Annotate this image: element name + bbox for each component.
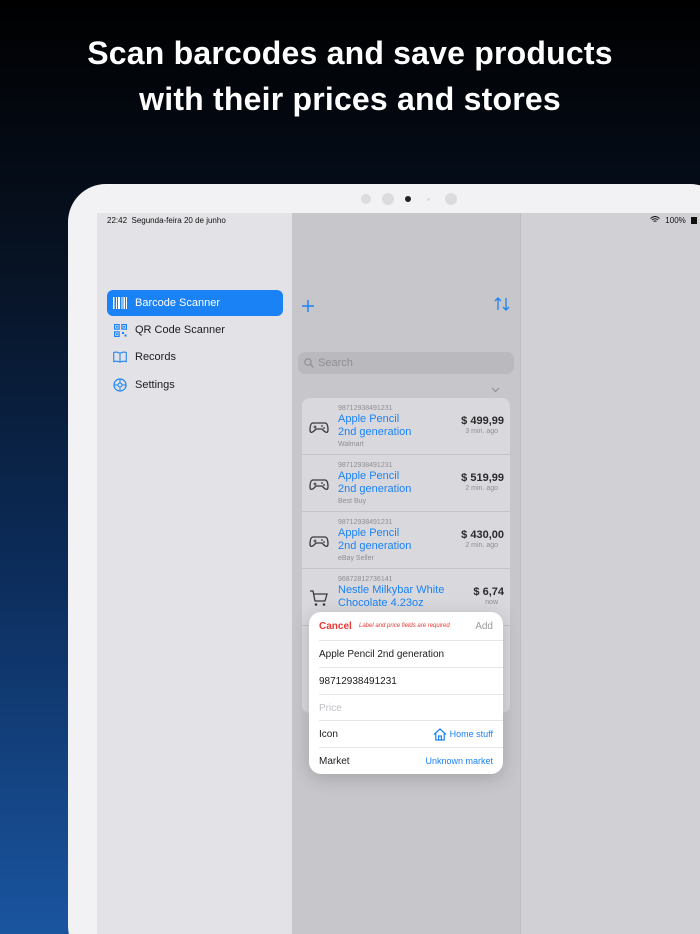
record-row[interactable]: 98712938491231 Apple Pencil 2nd generati… — [302, 398, 510, 455]
record-row[interactable]: 98712938491231 Apple Pencil 2nd generati… — [302, 512, 510, 569]
gamepad-icon — [308, 473, 330, 495]
sensor-dot — [361, 194, 371, 204]
record-price: $ 519,99 — [461, 472, 504, 484]
record-name-line-2: 2nd generation — [338, 483, 412, 495]
sidebar-item-records[interactable]: Records — [107, 344, 283, 370]
market-picker-row[interactable]: Market Unknown market — [319, 747, 503, 774]
sidebar: 22:42 Segunda-feira 20 de junho Barcode … — [97, 213, 292, 934]
status-time: 22:42 — [107, 216, 128, 225]
icon-picker-value[interactable]: Home stuff — [433, 727, 493, 741]
add-record-popup: Cancel Label and price fields are requir… — [309, 612, 503, 774]
popup-header: Cancel Label and price fields are requir… — [309, 612, 503, 640]
market-picker-label: Market — [319, 755, 350, 767]
record-name: Nestle Milkybar White Chocolate 4.23oz — [338, 584, 458, 610]
record-name-line-1: Apple Pencil — [338, 527, 400, 539]
record-store: Best Buy — [338, 498, 367, 505]
house-icon — [433, 727, 447, 741]
icon-picker-value-text: Home stuff — [449, 729, 493, 739]
record-price: $ 6,74 — [473, 586, 504, 598]
record-name-line-1: Apple Pencil — [338, 470, 400, 482]
record-store: Walmart — [338, 441, 364, 448]
records-list-column: Search 98712938491231 Apple Pencil 2nd g… — [292, 213, 520, 934]
ipad-screen: 22:42 Segunda-feira 20 de junho Barcode … — [97, 213, 700, 934]
sensor-dot — [427, 198, 430, 201]
record-name: Apple Pencil 2nd generation — [338, 527, 458, 553]
record-time-ago: 2 min. ago — [465, 485, 498, 492]
sensor-dot — [445, 193, 457, 205]
record-price: $ 430,00 — [461, 529, 504, 541]
sidebar-item-label: Records — [135, 351, 176, 363]
gamepad-icon — [308, 416, 330, 438]
record-price: $ 499,99 — [461, 415, 504, 427]
record-name: Apple Pencil 2nd generation — [338, 413, 458, 439]
battery-percent: 100% — [665, 216, 686, 225]
sidebar-item-label: QR Code Scanner — [135, 324, 225, 336]
record-name-line-2: 2nd generation — [338, 540, 412, 552]
search-input[interactable]: Search — [298, 352, 514, 374]
record-name-line-1: Nestle Milkybar White — [338, 584, 445, 596]
record-name-line-2: Chocolate 4.23oz — [338, 597, 424, 609]
sidebar-item-qr-code-scanner[interactable]: QR Code Scanner — [107, 317, 283, 343]
status-time-date: 22:42 Segunda-feira 20 de junho — [107, 216, 226, 225]
battery-icon — [691, 217, 697, 224]
price-field-placeholder: Price — [319, 702, 342, 714]
add-record-button[interactable] — [302, 296, 314, 317]
barcode-field[interactable]: 98712938491231 — [319, 667, 503, 694]
cart-icon — [308, 587, 330, 609]
sidebar-item-barcode-scanner[interactable]: Barcode Scanner — [107, 290, 283, 316]
sort-button[interactable] — [494, 297, 510, 314]
record-time-ago: 2 min. ago — [465, 542, 498, 549]
label-field-value: Apple Pencil 2nd generation — [319, 648, 445, 660]
required-fields-warning: Label and price fields are required — [359, 623, 450, 629]
headline-line-1: Scan barcodes and save products — [87, 35, 613, 71]
detail-column: 100% — [520, 213, 700, 934]
record-barcode: 96872812736141 — [338, 576, 393, 583]
sidebar-item-settings[interactable]: Settings — [107, 372, 283, 398]
gear-icon — [113, 378, 127, 392]
headline-line-2: with their prices and stores — [139, 81, 561, 117]
barcode-icon — [113, 296, 127, 310]
qrcode-icon — [113, 323, 127, 337]
record-name-line-1: Apple Pencil — [338, 413, 400, 425]
record-time-ago: 3 min. ago — [465, 428, 498, 435]
label-field[interactable]: Apple Pencil 2nd generation — [319, 640, 503, 667]
price-field[interactable]: Price — [319, 694, 503, 721]
record-store: eBay Seller — [338, 555, 374, 562]
sensor-dot — [382, 193, 394, 205]
market-picker-value[interactable]: Unknown market — [425, 756, 493, 766]
icon-picker-label: Icon — [319, 728, 338, 740]
record-name-line-2: 2nd generation — [338, 426, 412, 438]
status-date: Segunda-feira 20 de junho — [131, 216, 226, 225]
record-name: Apple Pencil 2nd generation — [338, 470, 458, 496]
search-icon — [304, 358, 314, 368]
status-right: 100% — [647, 216, 697, 225]
wifi-icon — [650, 216, 662, 225]
sidebar-item-label: Barcode Scanner — [135, 297, 220, 309]
record-row[interactable]: 98712938491231 Apple Pencil 2nd generati… — [302, 455, 510, 512]
record-barcode: 98712938491231 — [338, 462, 393, 469]
add-button[interactable]: Add — [475, 621, 493, 632]
search-placeholder: Search — [318, 357, 353, 369]
book-icon — [113, 350, 127, 364]
record-barcode: 98712938491231 — [338, 405, 393, 412]
chevron-down-icon[interactable] — [491, 385, 500, 395]
headline: Scan barcodes and save products with the… — [0, 30, 700, 122]
gamepad-icon — [308, 530, 330, 552]
record-time-ago: now — [485, 599, 498, 606]
barcode-field-value: 98712938491231 — [319, 675, 397, 687]
icon-picker-row[interactable]: Icon Home stuff — [319, 720, 503, 747]
cancel-button[interactable]: Cancel — [319, 621, 352, 632]
camera-lens — [405, 196, 411, 202]
sidebar-item-label: Settings — [135, 379, 175, 391]
record-barcode: 98712938491231 — [338, 519, 393, 526]
